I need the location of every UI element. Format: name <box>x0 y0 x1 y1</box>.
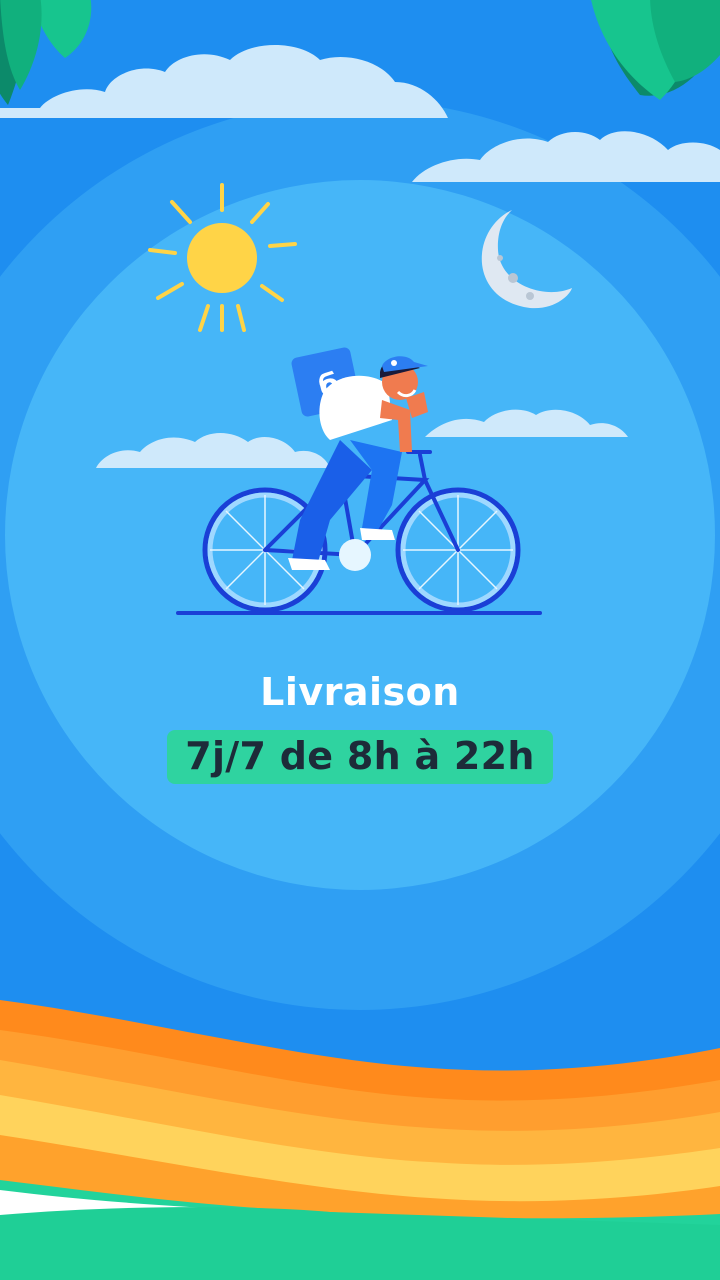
page-title: Livraison <box>260 670 460 714</box>
schedule-badge-container: 7j/7 de 8h à 22h <box>0 730 720 784</box>
illustration: б <box>0 0 720 1280</box>
schedule-badge: 7j/7 de 8h à 22h <box>167 730 553 784</box>
